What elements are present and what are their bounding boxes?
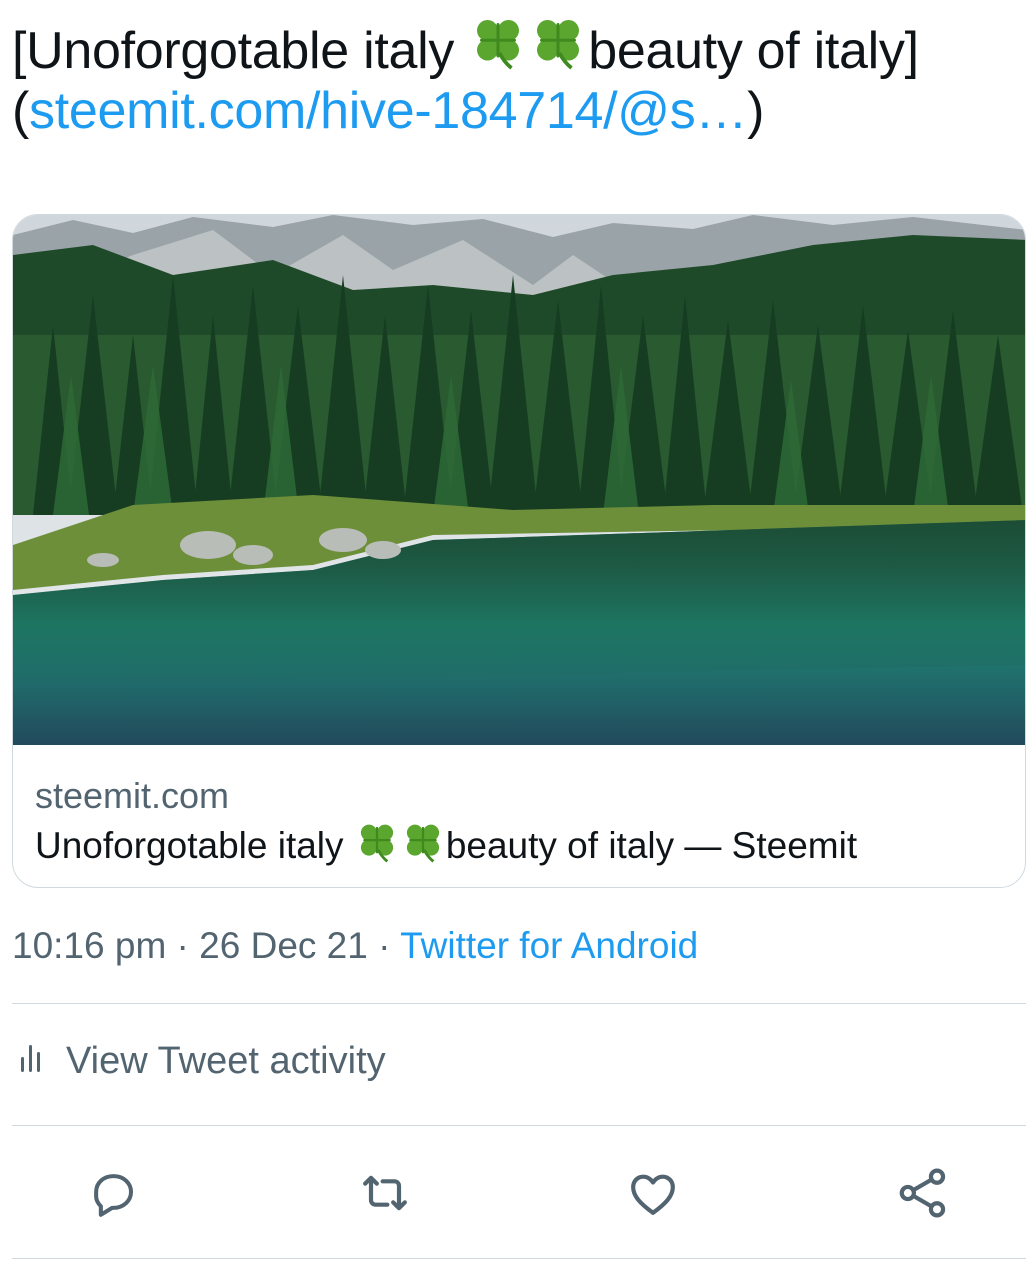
link-preview-card[interactable]: steemit.com Unoforgotable italy beauty o… xyxy=(12,214,1026,888)
tweet-source-link[interactable]: Twitter for Android xyxy=(400,925,698,966)
card-title: Unoforgotable italy beauty of italy — St… xyxy=(35,820,857,875)
view-tweet-activity[interactable]: View Tweet activity xyxy=(20,1040,386,1083)
retweet-icon xyxy=(357,1165,413,1226)
four-leaf-clover-icon xyxy=(354,820,400,875)
four-leaf-clover-icon xyxy=(468,14,528,84)
share-button[interactable] xyxy=(888,1160,958,1230)
meta-separator: · xyxy=(166,925,200,966)
share-icon xyxy=(895,1165,951,1226)
bar-chart-icon xyxy=(20,1040,46,1083)
reply-icon xyxy=(86,1166,140,1225)
heart-icon xyxy=(625,1165,681,1226)
view-tweet-activity-label: View Tweet activity xyxy=(66,1040,386,1082)
tweet-action-bar xyxy=(0,1160,1028,1230)
divider xyxy=(12,1125,1026,1126)
retweet-button[interactable] xyxy=(350,1160,420,1230)
card-image xyxy=(13,215,1025,745)
reply-button[interactable] xyxy=(78,1160,148,1230)
tweet-time[interactable]: 10:16 pm xyxy=(12,925,166,966)
card-domain: steemit.com xyxy=(35,775,230,816)
four-leaf-clover-icon xyxy=(400,820,446,875)
card-title-part2: beauty of italy — Steemit xyxy=(445,825,858,866)
divider xyxy=(12,1258,1026,1259)
tweet-link[interactable]: steemit.com/hive-184714/@s… xyxy=(29,82,747,140)
tweet-text-part3: ) xyxy=(747,82,765,140)
divider xyxy=(12,1003,1026,1004)
tweet-date[interactable]: 26 Dec 21 xyxy=(199,925,368,966)
card-title-part1: Unoforgotable italy xyxy=(35,825,354,866)
tweet-text-part1: [Unoforgotable italy xyxy=(12,22,469,80)
tweet-meta: 10:16 pm · 26 Dec 21 · Twitter for Andro… xyxy=(12,925,698,967)
like-button[interactable] xyxy=(618,1160,688,1230)
four-leaf-clover-icon xyxy=(528,14,588,84)
tweet-text: [Unoforgotable italy beauty of italy](st… xyxy=(12,14,1012,138)
meta-separator: · xyxy=(367,925,401,966)
